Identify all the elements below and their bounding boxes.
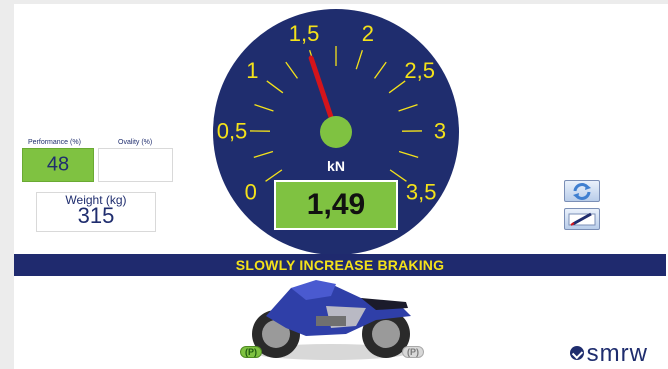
instruction-banner: SLOWLY INCREASE BRAKING	[14, 254, 666, 276]
gauge-scale-label: 3	[434, 119, 446, 144]
refresh-icon	[573, 183, 591, 200]
force-readout: 1,49	[274, 180, 398, 230]
edit-icon	[568, 212, 596, 226]
refresh-button[interactable]	[564, 180, 600, 202]
gauge-scale-label: 2	[362, 21, 374, 46]
gauge-scale-label: 2,5	[404, 58, 435, 83]
check-icon	[569, 345, 584, 360]
gauge-scale-label: 0,5	[217, 119, 248, 144]
smrw-logo: smrw	[569, 340, 648, 368]
gauge-scale-label: 1	[246, 58, 258, 83]
gauge-scale-label: 0	[245, 180, 257, 205]
gauge-unit: kN	[327, 158, 345, 174]
force-readout-value: 1,49	[306, 188, 366, 221]
rear-park-indicator: (P)	[402, 346, 424, 358]
edit-button[interactable]	[564, 208, 600, 230]
gauge-scale-label: 1,5	[289, 21, 320, 46]
logo-text: smrw	[586, 340, 648, 367]
motorcycle-image	[251, 280, 411, 360]
front-park-indicator: (P)	[240, 346, 262, 358]
gauge-hub	[320, 116, 352, 148]
instruction-message: SLOWLY INCREASE BRAKING	[235, 257, 445, 273]
gauge-scale-label: 3,5	[406, 180, 437, 205]
